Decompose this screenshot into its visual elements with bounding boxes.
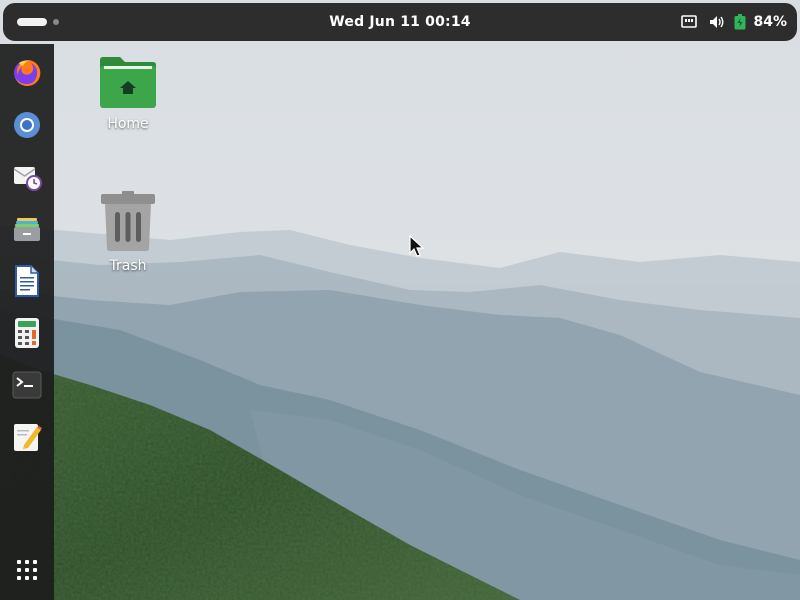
chromium-icon: [14, 112, 40, 138]
dock-item-chromium[interactable]: [7, 105, 47, 145]
active-workspace-indicator: [17, 18, 47, 26]
inactive-workspace-indicator: [53, 19, 59, 25]
mail-clock-icon: [13, 167, 42, 191]
volume-icon: [703, 3, 731, 41]
mouse-pointer-icon: [409, 235, 425, 257]
top-bar: Wed Jun 11 00:14 84%: [3, 3, 797, 41]
firefox-icon: [14, 59, 41, 86]
terminal-icon: [12, 371, 42, 399]
system-tray[interactable]: 84%: [675, 3, 787, 41]
desktop-icon-label: Trash: [109, 258, 147, 274]
dock-item-document[interactable]: [7, 261, 47, 301]
desktop-icon-home[interactable]: Home: [83, 54, 173, 132]
dock-item-files[interactable]: [7, 209, 47, 249]
text-editor-icon: [14, 424, 42, 451]
calculator-icon: [15, 318, 39, 348]
document-icon: [15, 265, 39, 297]
clock-label[interactable]: Wed Jun 11 00:14: [329, 14, 470, 30]
file-cabinet-icon: [14, 218, 40, 241]
desktop-icon-label: Home: [107, 116, 149, 132]
dock-item-firefox[interactable]: [7, 53, 47, 93]
dock-item-mail[interactable]: [7, 157, 47, 197]
battery-icon: [731, 3, 749, 41]
battery-percentage: 84%: [753, 14, 787, 30]
desktop-icon-trash[interactable]: Trash: [83, 190, 173, 274]
dock-item-terminal[interactable]: [7, 365, 47, 405]
dock-item-calculator[interactable]: [7, 313, 47, 353]
trash-icon: [101, 191, 155, 251]
dock: [0, 44, 54, 600]
app-grid-icon: [17, 560, 37, 580]
network-wired-icon: [675, 3, 703, 41]
home-folder-icon: [100, 57, 156, 108]
activities-button[interactable]: [17, 15, 59, 29]
dock-item-text-editor[interactable]: [7, 417, 47, 457]
show-applications-button[interactable]: [7, 550, 47, 590]
